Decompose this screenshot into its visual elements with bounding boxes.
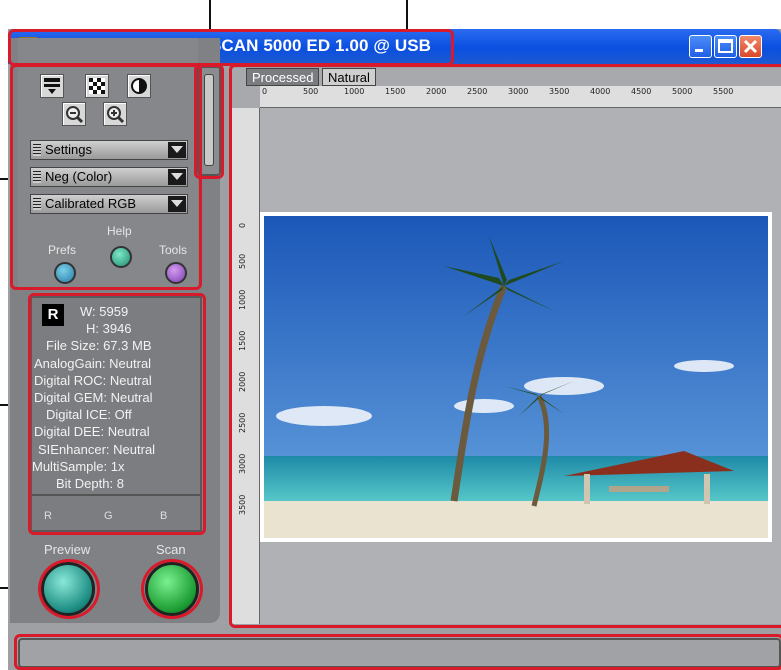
maximize-button[interactable] xyxy=(714,35,737,58)
highlight-info xyxy=(28,293,206,535)
highlight-title xyxy=(8,29,454,66)
close-button[interactable] xyxy=(739,35,762,58)
highlight-preview xyxy=(38,559,100,619)
highlight-status xyxy=(14,634,781,670)
callout-line-title xyxy=(406,0,408,30)
highlight-tools xyxy=(10,64,202,290)
highlight-scan xyxy=(141,559,203,619)
highlight-viewer xyxy=(229,64,781,628)
scan-label: Scan xyxy=(156,542,186,557)
minimize-button[interactable] xyxy=(689,35,712,58)
preview-label: Preview xyxy=(44,542,91,557)
